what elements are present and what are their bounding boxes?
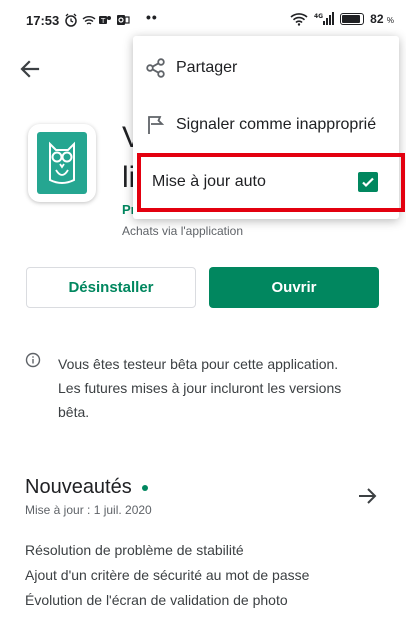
new-indicator-dot (141, 484, 148, 491)
in-app-purchases-note: Achats via l'application (122, 224, 244, 238)
signal-icon: 4G (314, 12, 335, 25)
status-time: 17:53 (26, 13, 60, 28)
wifi-icon (290, 13, 308, 26)
owl-logo-icon (49, 141, 75, 184)
update-date: Mise à jour : 1 juil. 2020 (25, 503, 152, 517)
back-arrow-icon[interactable] (16, 55, 44, 83)
beta-tester-note: Vous êtes testeur bêta pour cette applic… (58, 356, 342, 420)
menu-item-report[interactable]: Signaler comme inapproprié (133, 99, 399, 151)
menu-item-label: Signaler comme inapproprié (176, 116, 377, 133)
whats-new-title-text: Nouveautés (25, 476, 132, 498)
menu-item-label: Partager (176, 59, 238, 76)
open-button[interactable]: Ouvrir (209, 267, 379, 308)
whats-new-line: Évolution de l'écran de validation de ph… (25, 592, 288, 608)
more-notifications-icon: •• (146, 9, 158, 25)
whats-new-title[interactable]: Nouveautés (25, 476, 148, 499)
outlook-icon (117, 15, 130, 25)
battery-percent: 82 % (370, 12, 394, 26)
info-icon (25, 352, 41, 368)
share-icon (146, 58, 165, 78)
app-icon (28, 124, 96, 202)
whats-new-line: Ajout d'un critère de sécurité au mot de… (25, 567, 310, 583)
svg-text:4G: 4G (314, 13, 323, 20)
wifi-small-icon (82, 16, 96, 25)
menu-item-share[interactable]: Partager (133, 42, 399, 94)
uninstall-button[interactable]: Désinstaller (26, 267, 196, 308)
whats-new-line: Résolution de problème de stabilité (25, 542, 244, 558)
flag-icon (148, 116, 165, 134)
highlight-annotation-box (137, 153, 405, 212)
status-right: 4G 82 % (290, 12, 394, 26)
svg-text:T: T (100, 17, 106, 25)
teams-icon: T (99, 16, 111, 25)
alarm-icon (65, 13, 77, 27)
arrow-right-icon[interactable] (356, 485, 378, 507)
battery-icon (340, 13, 365, 25)
